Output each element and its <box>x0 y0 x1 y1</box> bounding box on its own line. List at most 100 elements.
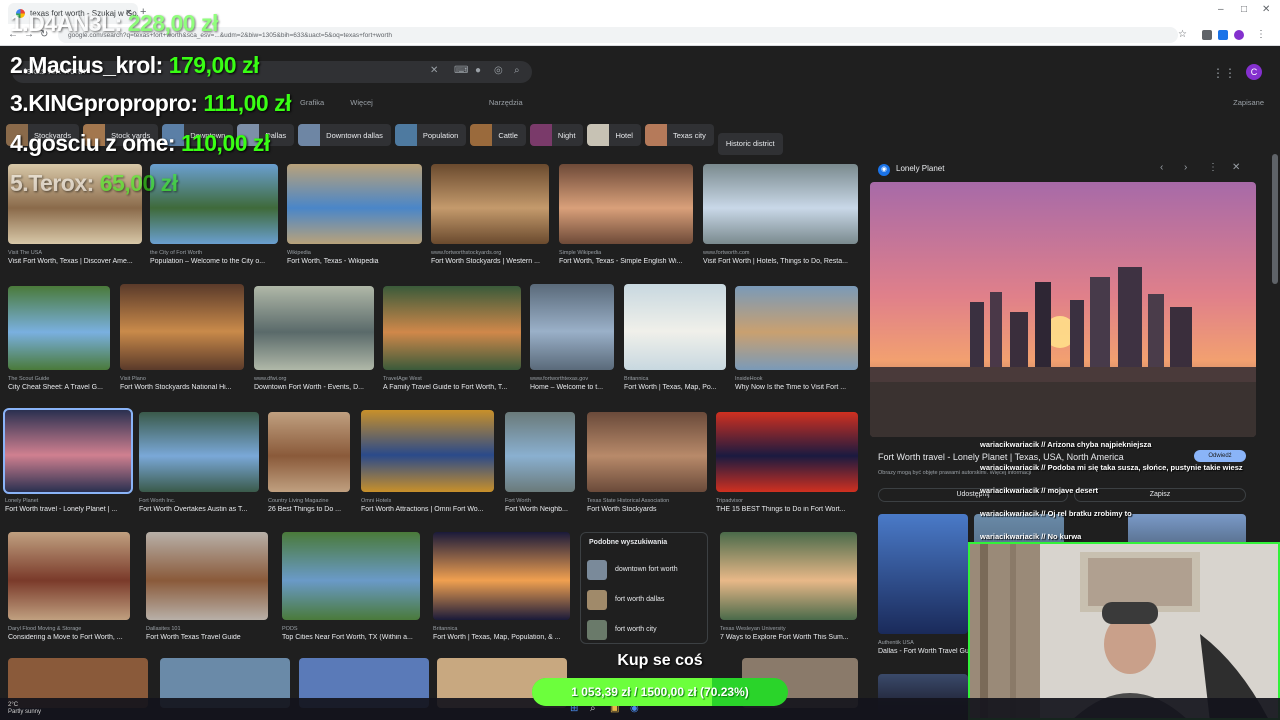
lens-icon[interactable]: ◎ <box>494 65 503 76</box>
filter-chip[interactable]: Population <box>394 124 467 146</box>
clear-search-icon[interactable]: ✕ <box>430 65 438 76</box>
filter-chip[interactable]: Texas city <box>644 124 714 146</box>
result-image[interactable] <box>282 532 420 620</box>
menu-dots-icon[interactable]: ⋮ <box>1256 29 1266 40</box>
goal-progress-text: 1 053,39 zł / 1500,00 zł (70.23%) <box>571 685 749 699</box>
related-label: fort worth dallas <box>615 596 665 603</box>
scrollbar[interactable] <box>1272 154 1278 284</box>
result-image[interactable] <box>8 286 110 370</box>
microphone-icon[interactable]: ● <box>475 65 481 76</box>
result-image[interactable] <box>431 164 549 244</box>
result-title[interactable]: City Cheat Sheet: A Travel G... <box>8 384 128 391</box>
filter-more[interactable]: Więcej <box>350 98 373 107</box>
chip-label: Night <box>557 130 576 140</box>
more-options-icon[interactable]: ⋮ <box>1208 162 1218 173</box>
webcam-feed-image <box>970 544 1278 718</box>
filter-chip[interactable]: Historic district <box>717 132 783 155</box>
result-title[interactable]: Downtown Fort Worth - Events, D... <box>254 384 374 391</box>
result-image[interactable] <box>254 286 374 370</box>
related-item[interactable]: fort worth city <box>587 619 703 641</box>
result-image[interactable] <box>703 164 858 244</box>
related-preview-image[interactable] <box>878 514 968 634</box>
avatar[interactable]: C <box>1246 64 1262 80</box>
next-arrow-icon[interactable]: › <box>1184 162 1187 173</box>
save-button[interactable]: Zapisz <box>1074 488 1246 502</box>
leaderboard-entry: 3.KINGpropropro: 111,00 zł <box>10 90 291 117</box>
result-image[interactable] <box>716 412 858 492</box>
result-title[interactable]: Fort Worth Overtakes Austin as T... <box>139 506 259 513</box>
result-title[interactable]: Fort Worth | Texas, Map, Po... <box>624 384 744 391</box>
result-title[interactable]: THE 15 BEST Things to Do in Fort Wort... <box>716 506 858 513</box>
result-image[interactable] <box>120 284 244 370</box>
weather-widget[interactable]: 2°C Partly sunny <box>8 702 41 716</box>
profile-icon[interactable] <box>1234 30 1244 40</box>
apps-grid-icon[interactable]: ⋮⋮ <box>1212 66 1236 80</box>
result-image[interactable] <box>139 412 259 492</box>
search-icon[interactable]: ⌕ <box>514 65 520 76</box>
tools-button[interactable]: Narzędzia <box>489 98 523 107</box>
result-title[interactable]: Fort Worth Stockyards | Western ... <box>431 258 551 265</box>
result-title[interactable]: A Family Travel Guide to Fort Worth, T..… <box>383 384 521 391</box>
result-title[interactable]: Fort Worth Texas Travel Guide <box>146 634 268 641</box>
lonely-planet-logo-icon: ◉ <box>878 164 890 176</box>
result-image[interactable] <box>720 532 857 620</box>
minimize-button[interactable]: – <box>1218 4 1224 15</box>
result-title[interactable]: Fort Worth Stockyards National Hi... <box>120 384 244 391</box>
result-image[interactable] <box>3 408 133 494</box>
filter-chip[interactable]: Night <box>529 124 584 146</box>
url-field[interactable]: google.com/search?q=texas+fort+worth&sca… <box>58 27 1178 43</box>
result-title[interactable]: Fort Worth, Texas - Simple English Wi... <box>559 258 693 265</box>
result-title[interactable]: Fort Worth Stockyards <box>587 506 707 513</box>
result-image[interactable] <box>530 284 614 370</box>
result-image[interactable] <box>624 284 726 370</box>
result-title[interactable]: Fort Worth Attractions | Omni Fort Wo... <box>361 506 494 513</box>
result-image[interactable] <box>287 164 422 244</box>
result-title[interactable]: Visit Fort Worth, Texas | Discover Ame..… <box>8 258 142 265</box>
result-image[interactable] <box>361 410 494 492</box>
prev-arrow-icon[interactable]: ‹ <box>1160 162 1163 173</box>
result-image[interactable] <box>146 532 268 620</box>
preview-image[interactable] <box>870 182 1256 437</box>
result-image[interactable] <box>505 412 575 492</box>
result-image[interactable] <box>383 286 521 370</box>
result-title[interactable]: Top Cities Near Fort Worth, TX (Within a… <box>282 634 420 641</box>
bookmark-star-icon[interactable]: ☆ <box>1178 29 1187 40</box>
saved-link[interactable]: Zapisane <box>1233 98 1264 107</box>
filter-chip[interactable]: Downtown dallas <box>298 124 391 146</box>
leaderboard-entry: 5.Terox: 65,00 zł <box>10 170 178 197</box>
maximize-button[interactable]: □ <box>1241 4 1247 15</box>
chat-text: Podoba mi się taka susza, słońce, pustyn… <box>1047 463 1243 472</box>
extension-icon[interactable] <box>1218 30 1228 40</box>
filter-chip[interactable]: Cattle <box>470 124 526 146</box>
result-image[interactable] <box>8 532 130 620</box>
result-image[interactable] <box>433 532 570 620</box>
result-title[interactable]: 7 Ways to Explore Fort Worth This Sum... <box>720 634 857 641</box>
filter-images[interactable]: Grafika <box>300 98 324 107</box>
result-title[interactable]: Population – Welcome to the City o... <box>150 258 278 265</box>
keyboard-icon[interactable]: ⌨ <box>454 65 468 76</box>
extension-icon[interactable] <box>1202 30 1212 40</box>
preview-title[interactable]: Fort Worth travel - Lonely Planet | Texa… <box>878 452 1124 462</box>
close-window-button[interactable]: ✕ <box>1262 4 1270 15</box>
leaderboard-name: D4AN3L <box>28 10 115 36</box>
result-image[interactable] <box>559 164 693 244</box>
result-source: Britannica <box>433 626 458 632</box>
related-item[interactable]: fort worth dallas <box>587 589 703 611</box>
filter-chip[interactable]: Hotel <box>587 124 641 146</box>
chat-username: wariacikwariacik <box>980 440 1040 449</box>
result-source: Texas Wesleyan University <box>720 626 786 632</box>
result-image[interactable] <box>587 412 707 492</box>
result-title[interactable]: Why Now Is the Time to Visit Fort ... <box>735 384 858 391</box>
result-title[interactable]: Fort Worth | Texas, Map, Population, & .… <box>433 634 570 641</box>
visit-button[interactable]: Odwiedź <box>1194 450 1246 462</box>
related-item[interactable]: downtown fort worth <box>587 559 703 581</box>
close-preview-icon[interactable]: ✕ <box>1232 162 1240 173</box>
result-title[interactable]: Considering a Move to Fort Worth, ... <box>8 634 130 641</box>
result-image[interactable] <box>268 412 350 492</box>
result-title[interactable]: Visit Fort Worth | Hotels, Things to Do,… <box>703 258 858 265</box>
result-title[interactable]: Fort Worth travel - Lonely Planet | ... <box>5 506 131 513</box>
result-source: Visit Plano <box>120 376 146 382</box>
result-image[interactable] <box>735 286 858 370</box>
chat-separator: // <box>1039 532 1048 541</box>
result-title[interactable]: Fort Worth, Texas - Wikipedia <box>287 258 422 265</box>
